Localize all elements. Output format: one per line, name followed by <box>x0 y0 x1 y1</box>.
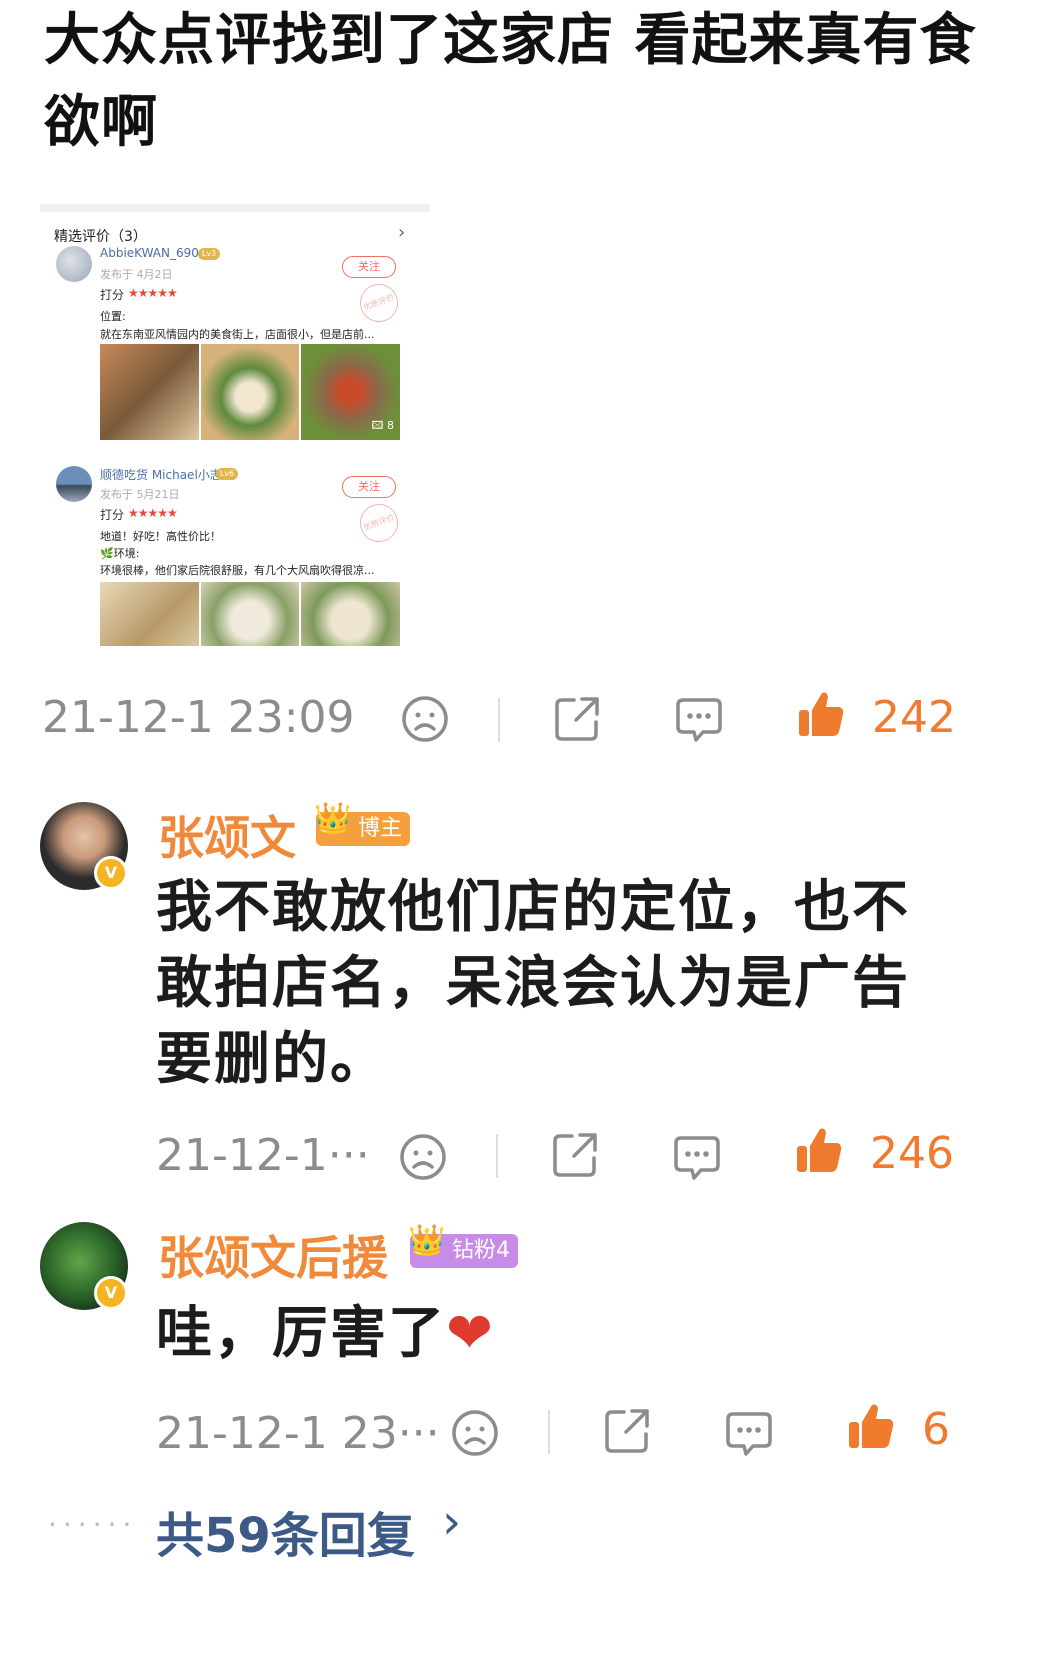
review-username: 顺德吃货 Michael小志 <box>100 468 222 482</box>
comment-icon[interactable] <box>724 1408 774 1458</box>
chevron-right-icon[interactable]: › <box>442 1494 461 1550</box>
rate-label: 打分 <box>100 288 125 302</box>
star-rating: ★★★★★ <box>128 506 178 520</box>
food-photo[interactable] <box>200 344 300 440</box>
level-badge: Lv6 <box>216 468 238 480</box>
badge-label: 钻粉4 <box>452 1238 510 1263</box>
photo-strip <box>100 582 401 646</box>
comment-body: 哇，厉害了 <box>156 1301 446 1366</box>
thumbs-up-icon[interactable] <box>796 690 846 740</box>
review-text: 地道！好吃！高性价比！ <box>100 530 221 543</box>
section-title: 精选评价（3） <box>54 229 147 245</box>
review-username: AbbieKWAN_6904 <box>100 246 207 260</box>
comment-timestamp: 21-12-1··· <box>156 1130 370 1181</box>
food-photo[interactable] <box>301 582 401 646</box>
post-title: 大众点评找到了这家店 看起来真有食欲啊 <box>44 8 977 155</box>
share-icon[interactable] <box>550 1130 600 1180</box>
sad-face-icon[interactable] <box>450 1408 500 1458</box>
quality-stamp: 优质评价 <box>354 498 404 548</box>
quality-stamp: 优质评价 <box>354 278 404 328</box>
like-count: 246 <box>870 1128 954 1179</box>
commenter-name[interactable]: 张颂文 <box>158 802 296 868</box>
avatar <box>56 466 92 502</box>
rate-label: 打分 <box>100 508 125 522</box>
sad-face-icon[interactable] <box>398 1132 448 1182</box>
review-text: 🌿环境: <box>100 547 140 560</box>
blogger-badge: 👑 博主 <box>314 802 411 846</box>
badge-label: 博主 <box>358 816 403 841</box>
comment-icon[interactable] <box>674 694 724 744</box>
post-timestamp: 21-12-1 23:09 <box>42 692 355 743</box>
food-photo[interactable] <box>100 344 199 440</box>
thread-dots: ······ <box>48 1508 138 1541</box>
commenter-name[interactable]: 张颂文后援 <box>158 1222 388 1288</box>
photo-count: 🖾 8 <box>371 419 395 432</box>
verified-icon: V <box>94 856 128 890</box>
review-date: 发布于 4月2日 <box>100 268 173 281</box>
sad-face-icon[interactable] <box>400 694 450 744</box>
crown-icon: 👑 <box>314 801 352 836</box>
review-text: 位置: <box>100 310 126 323</box>
level-badge: Lv3 <box>198 248 220 260</box>
comment-timestamp: 21-12-1 23··· <box>156 1408 440 1459</box>
divider <box>40 204 430 212</box>
more-replies-link[interactable]: 共59条回复 <box>156 1496 415 1566</box>
follow-button[interactable]: 关注 <box>342 256 396 278</box>
verified-icon: V <box>94 1276 128 1310</box>
share-icon[interactable] <box>552 694 602 744</box>
share-icon[interactable] <box>602 1406 652 1456</box>
food-photo[interactable] <box>200 582 300 646</box>
comment-text: 哇，厉害了❤ <box>156 1296 495 1372</box>
crown-icon: 👑 <box>408 1223 446 1258</box>
divider <box>496 1134 498 1178</box>
divider <box>548 1410 550 1454</box>
avatar <box>56 246 92 282</box>
comment-text: 我不敢放他们店的定位，也不敢拍店名，呆浪会认为是广告要删的。 <box>156 875 910 1092</box>
thumbs-up-icon[interactable] <box>846 1402 896 1452</box>
follow-button[interactable]: 关注 <box>342 476 396 498</box>
chevron-right-icon: › <box>398 222 406 243</box>
comment-icon[interactable] <box>672 1132 722 1182</box>
embedded-screenshot: 精选评价（3） › AbbieKWAN_6904 Lv3 发布于 4月2日 关注… <box>40 182 430 702</box>
star-rating: ★★★★★ <box>128 286 178 300</box>
thumbs-up-icon[interactable] <box>794 1126 844 1176</box>
food-photo[interactable] <box>100 582 199 646</box>
review-date: 发布于 5月21日 <box>100 488 180 501</box>
heart-icon: ❤ <box>446 1301 495 1366</box>
like-count: 242 <box>872 692 956 743</box>
fan-badge: 👑 钻粉4 <box>408 1224 518 1268</box>
photo-strip: 🖾 8 <box>100 344 401 440</box>
food-photo[interactable]: 🖾 8 <box>301 344 401 440</box>
like-count: 6 <box>922 1404 950 1455</box>
review-text: 环境很棒，他们家后院很舒服，有几个大风扇吹得很凉... <box>100 564 375 577</box>
divider <box>498 698 500 742</box>
review-text: 就在东南亚风情园内的美食街上，店面很小，但是店前... <box>100 328 375 341</box>
